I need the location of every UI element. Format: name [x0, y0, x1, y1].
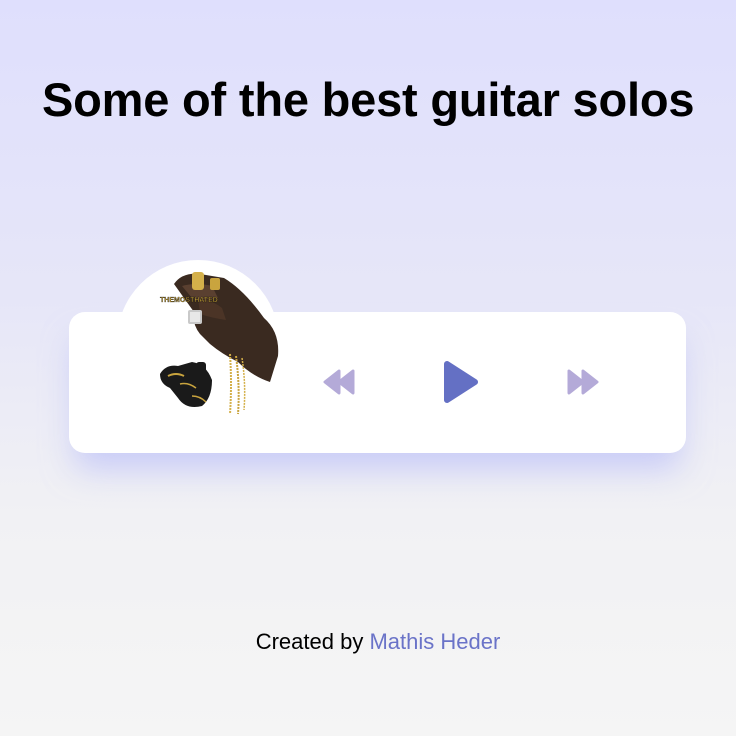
credit-prefix: Created by	[255, 629, 370, 654]
fast-forward-button[interactable]	[565, 367, 601, 397]
player-controls	[69, 312, 686, 453]
play-button[interactable]	[441, 360, 481, 404]
rewind-button[interactable]	[321, 367, 357, 397]
footer-credit: Created by Mathis Heder	[0, 629, 736, 655]
author-link[interactable]: Mathis Heder	[369, 629, 500, 654]
album-art-text: THEMOSTHATED	[160, 297, 218, 304]
rewind-icon	[323, 369, 355, 395]
play-icon	[444, 361, 478, 403]
page-title: Some of the best guitar solos	[42, 73, 695, 126]
fast-forward-icon	[567, 369, 599, 395]
